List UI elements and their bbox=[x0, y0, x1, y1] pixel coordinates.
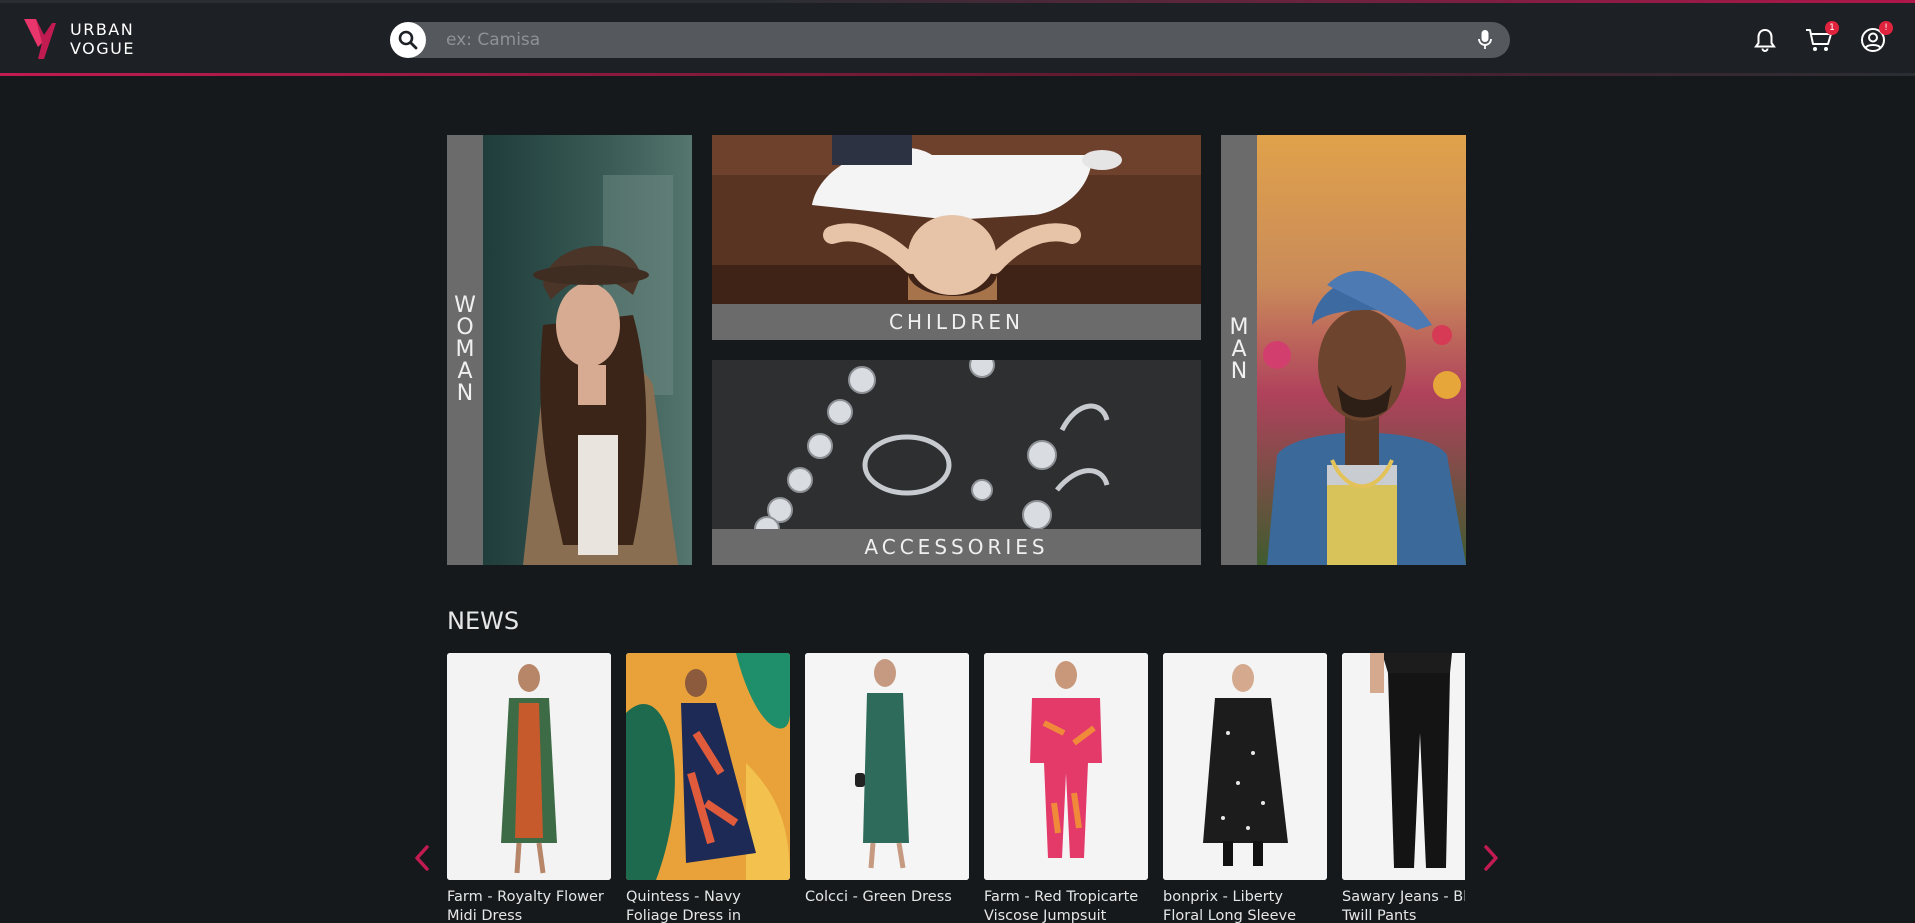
category-woman-image bbox=[483, 135, 692, 565]
brand-name: URBAN VOGUE bbox=[70, 20, 135, 58]
product-card[interactable]: Sawary Jeans - Black Twill Pants bbox=[1342, 653, 1465, 923]
microphone-icon bbox=[1478, 30, 1492, 49]
account-button[interactable]: ! bbox=[1857, 21, 1893, 57]
category-accessories-image bbox=[712, 360, 1201, 529]
category-man-image bbox=[1257, 135, 1466, 565]
category-woman-letter: N bbox=[456, 381, 474, 406]
search-bar bbox=[390, 22, 1510, 58]
category-man-letter: A bbox=[1231, 337, 1247, 362]
cart-count-badge: 1 bbox=[1825, 21, 1839, 35]
header-actions: 1 ! bbox=[1749, 21, 1893, 57]
product-name: Quintess - Navy Foliage Dress in bbox=[626, 889, 742, 923]
product-card[interactable]: Farm - Royalty Flower Midi Dress bbox=[447, 653, 611, 923]
chevron-right-icon bbox=[1484, 845, 1498, 871]
product-image bbox=[626, 653, 790, 880]
category-woman-label-strip: W O M A N bbox=[447, 135, 483, 565]
category-man[interactable]: M A N bbox=[1221, 135, 1466, 565]
product-name: Farm - Royalty Flower Midi Dress bbox=[447, 889, 604, 923]
category-woman-letter: M bbox=[455, 337, 475, 362]
category-woman-letter: W bbox=[454, 293, 476, 318]
account-alert-badge: ! bbox=[1879, 21, 1893, 35]
notifications-button[interactable] bbox=[1749, 23, 1781, 57]
voice-search-button[interactable] bbox=[1468, 22, 1502, 58]
product-image bbox=[805, 653, 969, 880]
brand-name-line2: VOGUE bbox=[70, 39, 135, 58]
product-card[interactable]: Farm - Red Tropicarte Viscose Jumpsuit bbox=[984, 653, 1148, 923]
cart-button[interactable]: 1 bbox=[1803, 21, 1839, 57]
category-children-image bbox=[712, 135, 1201, 304]
category-man-label-strip: M A N bbox=[1221, 135, 1257, 565]
product-image bbox=[1342, 653, 1465, 880]
carousel-prev-button[interactable] bbox=[412, 843, 432, 873]
brand-name-line1: URBAN bbox=[70, 20, 135, 39]
category-woman[interactable]: W O M A N bbox=[447, 135, 692, 565]
category-woman-letter: O bbox=[456, 315, 474, 340]
carousel-next-button[interactable] bbox=[1481, 843, 1501, 873]
news-section-title: NEWS bbox=[447, 607, 520, 635]
category-children[interactable]: CHILDREN bbox=[712, 135, 1201, 340]
product-name: Colcci - Green Dress bbox=[805, 889, 952, 905]
logo-mark-icon bbox=[24, 19, 56, 59]
category-woman-label: W O M A N bbox=[454, 295, 476, 405]
product-image bbox=[984, 653, 1148, 880]
news-carousel: Farm - Royalty Flower Midi Dress Quintes… bbox=[447, 653, 1465, 923]
chevron-left-icon bbox=[415, 845, 429, 871]
search-button[interactable] bbox=[390, 22, 426, 58]
product-name: Sawary Jeans - Black Twill Pants bbox=[1342, 889, 1465, 923]
category-accessories[interactable]: ACCESSORIES bbox=[712, 360, 1201, 565]
brand-logo[interactable]: URBAN VOGUE bbox=[22, 17, 135, 61]
product-name: Farm - Red Tropicarte Viscose Jumpsuit bbox=[984, 889, 1139, 923]
product-name: bonprix - Liberty Floral Long Sleeve Dre… bbox=[1163, 889, 1296, 923]
search-icon bbox=[398, 30, 418, 50]
product-image bbox=[1163, 653, 1327, 880]
search-input[interactable] bbox=[446, 30, 1468, 50]
category-man-label: M A N bbox=[1230, 317, 1249, 383]
product-card[interactable]: Quintess - Navy Foliage Dress in bbox=[626, 653, 790, 923]
product-image bbox=[447, 653, 611, 880]
category-woman-letter: A bbox=[457, 359, 473, 384]
bell-icon bbox=[1754, 28, 1776, 52]
category-man-letter: M bbox=[1229, 315, 1249, 340]
product-card[interactable]: Colcci - Green Dress bbox=[805, 653, 969, 907]
category-accessories-label: ACCESSORIES bbox=[712, 529, 1201, 565]
product-card[interactable]: bonprix - Liberty Floral Long Sleeve Dre… bbox=[1163, 653, 1327, 923]
category-children-label: CHILDREN bbox=[712, 304, 1201, 340]
category-man-letter: N bbox=[1230, 359, 1248, 384]
top-navigation-bar: URBAN VOGUE ex: Camisa 1 ! bbox=[0, 0, 1915, 76]
